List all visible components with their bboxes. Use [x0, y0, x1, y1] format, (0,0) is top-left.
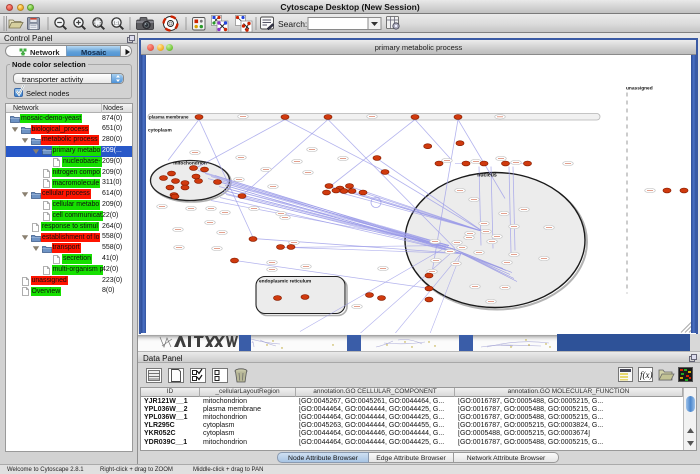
- svg-text:1:1: 1:1: [113, 20, 120, 25]
- svg-text:cytoplasm: cytoplasm: [148, 128, 172, 134]
- svg-text:nucleus: nucleus: [477, 173, 497, 179]
- svg-text:f(x): f(x): [640, 370, 653, 380]
- svg-text:Search:: Search:: [278, 19, 307, 29]
- svg-text:mitochondrion: mitochondrion: [173, 161, 207, 167]
- svg-text:endoplasmic reticulum: endoplasmic reticulum: [259, 279, 311, 285]
- svg-text:plasma membrane: plasma membrane: [149, 115, 189, 120]
- svg-text:unassigned: unassigned: [626, 86, 653, 92]
